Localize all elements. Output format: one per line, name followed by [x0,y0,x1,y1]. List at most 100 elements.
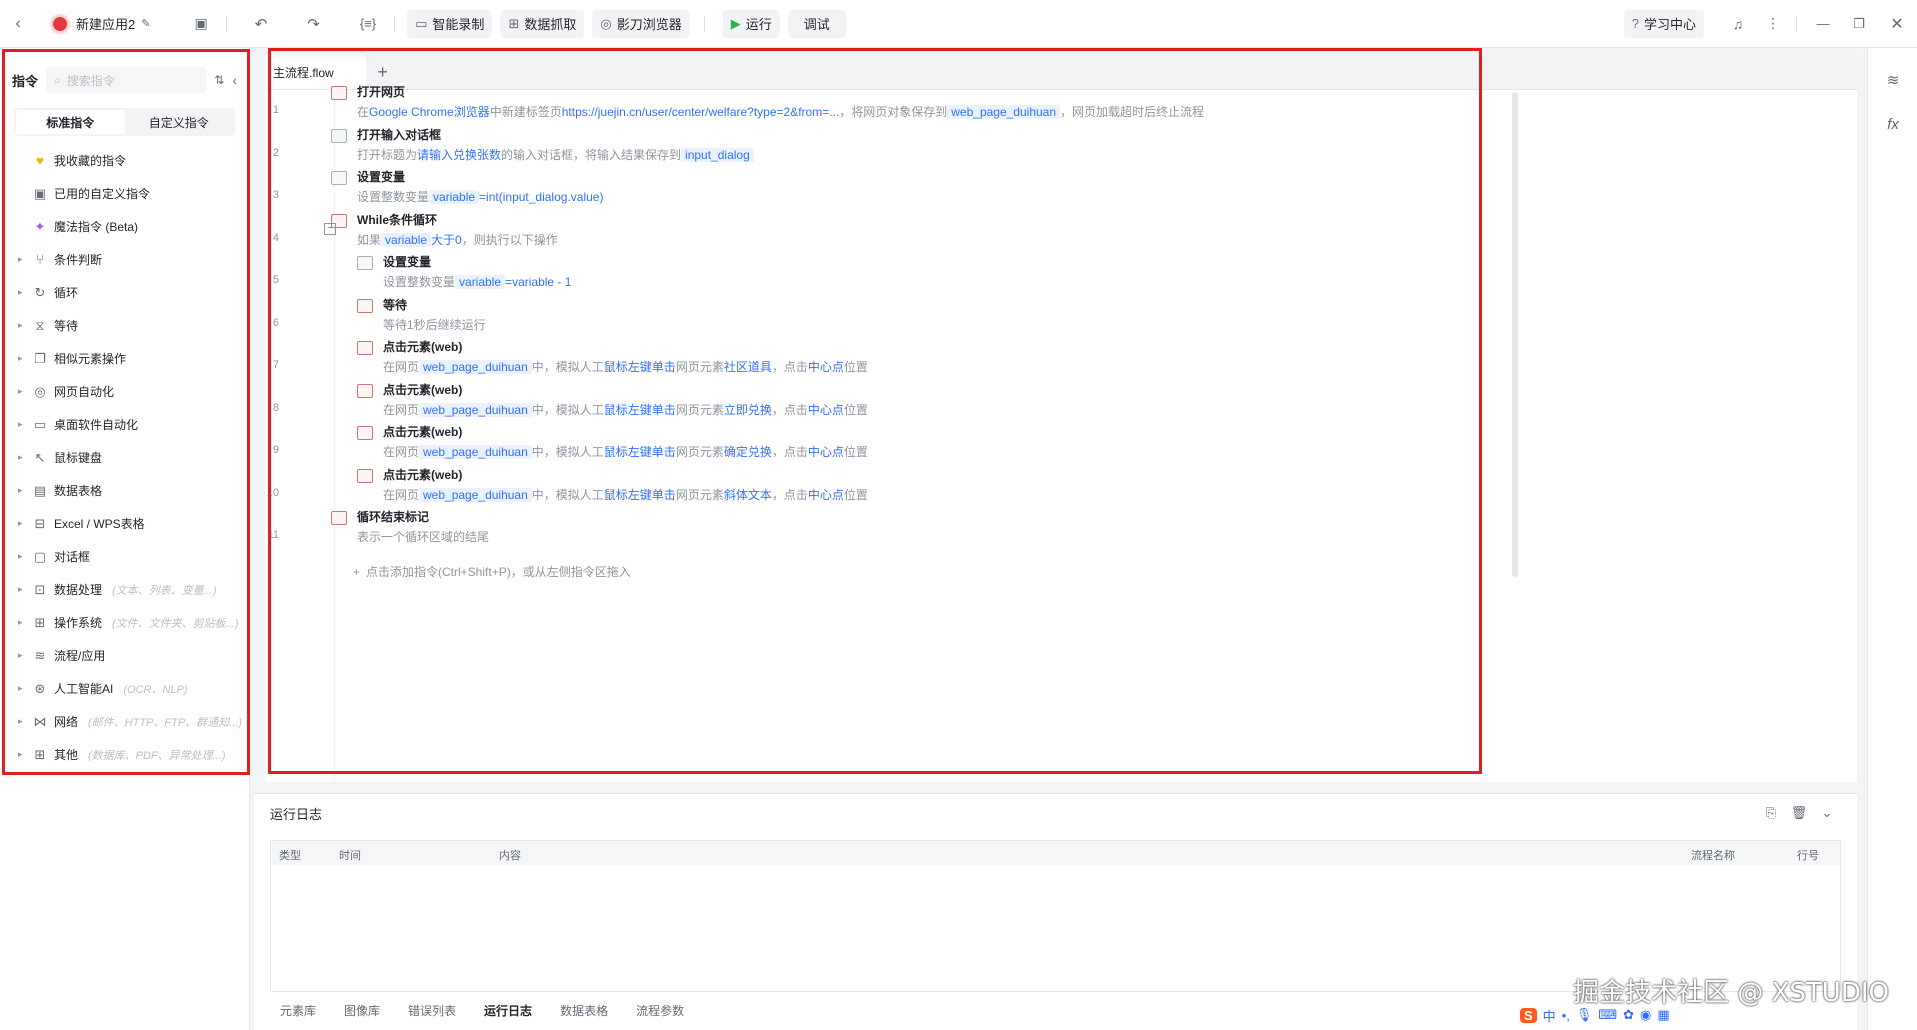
collapse-panel-icon[interactable]: ‹ [232,72,237,88]
command-desc-part: 打开标题为 [357,148,418,162]
sidebar-item-label: 魔法指令 (Beta) [54,220,139,234]
sidebar-item-14[interactable]: ▸ ⊞ 操作系统 (文件、文件夹、剪贴板...) [0,606,249,639]
command-row[interactable]: 点击元素(web) 在网页 web_page_duihuan 中，模拟人工鼠标左键单击… [357,467,868,504]
mic-icon[interactable]: 🎙 [1576,1007,1593,1023]
sidebar-item-8[interactable]: ▸ ▭ 桌面软件自动化 [0,408,249,441]
editor-scrollbar[interactable] [1512,92,1518,577]
game-icon[interactable]: ◉ [1640,1007,1651,1023]
sidebar-item-12[interactable]: ▸ ▢ 对话框 [0,540,249,573]
run-button[interactable]: ▶ 运行 [722,9,780,38]
command-row[interactable]: 点击元素(web) 在网页 web_page_duihuan 中，模拟人工鼠标左键单击… [357,424,868,461]
data-capture-button[interactable]: ⊞ 数据抓取 [500,9,585,38]
command-desc-part: 的输入对话框，将输入结果保存到 [501,148,682,162]
command-panel-title: 指令 [12,73,39,89]
layers-icon[interactable]: ≋ [1868,58,1917,102]
command-desc-part: 社区道具 [723,360,772,374]
sidebar-item-label: 相似元素操作 [54,352,127,366]
trash-icon[interactable]: 🗑 [1785,805,1813,821]
sidebar-item-6[interactable]: ▸ ❐ 相似元素操作 [0,342,249,375]
chevron-down-icon[interactable]: ⌄ [1813,805,1841,821]
command-desc-part: 等待1秒后继续运行 [383,318,486,332]
bottom-tab[interactable]: 元素库 [280,1002,316,1019]
command-row[interactable]: While条件循环 如果 variable 大于0，则执行以下操作 [331,212,558,249]
restore-icon[interactable]: ❐ [1841,16,1877,32]
command-row[interactable]: 点击元素(web) 在网页 web_page_duihuan 中，模拟人工鼠标左键单击… [357,339,868,376]
sidebar-item-9[interactable]: ▸ ↖ 鼠标键盘 [0,441,249,474]
browser-button[interactable]: ◎ 影刀浏览器 [592,9,690,38]
keyboard-icon[interactable]: ⌨ [1598,1007,1617,1023]
line-number-gutter: 1 2 3 4 5 6 7 8 9 10 11 [265,90,335,782]
layers-icon: ≋ [34,647,46,663]
bottom-tab[interactable]: 错误列表 [408,1002,456,1019]
sidebar-item-0[interactable]: ♥ 我收藏的指令 [0,144,249,177]
sidebar-item-13[interactable]: ▸ ⊡ 数据处理 (文本、列表、变量...) [0,573,249,606]
save-icon[interactable]: ▣ [194,15,207,32]
undo-icon[interactable]: ↶ [255,15,268,33]
command-row[interactable]: 打开输入对话框 打开标题为请输入兑换张数的输入对话框，将输入结果保存到 input_… [331,127,754,164]
command-row[interactable]: 点击元素(web) 在网页 web_page_duihuan 中，模拟人工鼠标左键单击… [357,382,868,419]
command-row[interactable]: 打开网页 在Google Chrome浏览器中新建标签页https://jueji… [331,84,1204,121]
sidebar-item-16[interactable]: ▸ ⊛ 人工智能AI (OCR、NLP) [0,672,249,705]
ime-mode[interactable]: 中 [1543,1006,1556,1025]
skin-icon[interactable]: ✿ [1623,1007,1634,1023]
bottom-tab[interactable]: 图像库 [344,1002,380,1019]
add-command-hint-text: 点击添加指令(Ctrl+Shift+P)，或从左侧指令区拖入 [366,565,631,579]
sidebar-item-17[interactable]: ▸ ⋈ 网络 (邮件、HTTP、FTP、群通知...) [0,705,249,738]
command-search-input[interactable]: ⌕ 搜索指令 [46,67,207,93]
minimize-icon[interactable]: — [1805,16,1841,31]
sidebar-item-2[interactable]: ✦ 魔法指令 (Beta) [0,210,249,243]
sidebar-item-4[interactable]: ▸ ↻ 循环 [0,276,249,309]
collapse-toggle-icon[interactable]: − [324,223,336,235]
redo-icon[interactable]: ↷ [307,15,320,33]
sidebar-item-label: 数据表格 [54,484,103,498]
bottom-tab[interactable]: 流程参数 [636,1002,684,1019]
heart-icon: ♥ [36,153,44,168]
sidebar-item-7[interactable]: ▸ ◎ 网页自动化 [0,375,249,408]
command-description: 在网页 web_page_duihuan 中，模拟人工鼠标左键单击网页元素斜体文本，… [383,486,868,504]
more-vertical-icon[interactable]: ⋮ [1758,15,1788,32]
bell-icon[interactable]: ♫ [1718,16,1758,32]
edit-pencil-icon[interactable]: ✎ [141,17,150,30]
close-icon[interactable]: ✕ [1877,14,1917,34]
expand-caret-icon: ▸ [18,485,23,495]
sidebar-item-5[interactable]: ▸ ⧖ 等待 [0,309,249,342]
debug-button[interactable]: 调试 [787,9,846,38]
code-braces-icon[interactable]: {≡} [360,16,376,31]
command-row[interactable]: 循环结束标记 表示一个循环区域的结尾 [331,509,489,546]
command-desc-part: variable [455,275,506,289]
sidebar-item-11[interactable]: ▸ ⊟ Excel / WPS表格 [0,507,249,540]
sidebar-item-3[interactable]: ▸ ⑂ 条件判断 [0,243,249,276]
sort-icon[interactable]: ⇅ [214,73,224,87]
command-description: 在网页 web_page_duihuan 中，模拟人工鼠标左键单击网页元素社区道具，… [383,358,868,376]
bottom-tab[interactable]: 数据表格 [560,1002,608,1019]
command-row[interactable]: 设置变量 设置整数变量 variable =int(input_dialog.valu… [331,169,603,206]
tab-custom-commands[interactable]: 自定义指令 [125,110,234,134]
sidebar-item-15[interactable]: ▸ ≋ 流程/应用 [0,639,249,672]
sidebar-item-18[interactable]: ▸ ⊞ 其他 (数据库、PDF、异常处理...) [0,738,249,771]
punctuation-icon[interactable]: •, [1562,1008,1570,1023]
expand-caret-icon: ▸ [18,518,23,528]
export-icon[interactable]: ⎘ [1757,805,1785,821]
command-row[interactable]: 设置变量 设置整数变量 variable =variable - 1 [357,254,571,291]
sidebar-item-1[interactable]: ▣ 已用的自定义指令 [0,177,249,210]
sidebar-item-10[interactable]: ▸ ▤ 数据表格 [0,474,249,507]
learning-center-button[interactable]: ? 学习中心 [1623,9,1704,38]
col-content: 内容 [499,850,521,862]
function-fx-icon[interactable]: fx [1868,102,1917,146]
command-title: 设置变量 [383,255,432,269]
command-desc-part: =int(input_dialog.value) [479,190,604,204]
line-number: 1 [272,104,279,116]
tab-standard-commands[interactable]: 标准指令 [16,110,125,134]
bottom-tab[interactable]: 运行日志 [484,1002,532,1019]
video-icon: ▭ [415,15,428,31]
back-arrow-icon[interactable]: ‹ [0,15,36,33]
sidebar-item-hint: (文本、列表、变量...) [112,584,217,597]
add-command-hint[interactable]: + 点击添加指令(Ctrl+Shift+P)，或从左侧指令区拖入 [353,563,631,580]
smart-record-button[interactable]: ▭ 智能录制 [407,9,493,38]
command-desc-part: 中心点 [807,488,844,502]
line-number: 4 [272,232,279,244]
line-number: 11 [267,529,279,541]
sidebar-item-label: 我收藏的指令 [54,154,127,168]
command-row[interactable]: 等待 等待1秒后继续运行 [357,297,486,334]
apps-icon[interactable]: ▦ [1657,1007,1669,1023]
